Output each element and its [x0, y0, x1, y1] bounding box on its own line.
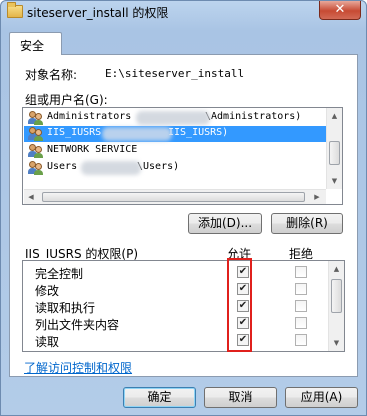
groups-label: 组或用户名(G): [25, 93, 108, 107]
scroll-up-icon[interactable]: ▲ [329, 261, 344, 277]
deny-checkbox[interactable] [295, 334, 307, 346]
permission-name: 列出文件夹内容 [35, 318, 120, 332]
permission-row: 读取 ✔ [23, 332, 329, 349]
scroll-thumb[interactable] [331, 279, 342, 313]
permissions-scrollbar[interactable]: ▲ ▼ [328, 261, 344, 351]
deny-checkbox[interactable] [295, 317, 307, 329]
permission-row: 完全控制 ✔ [23, 264, 329, 281]
highlight-annotation [227, 258, 252, 352]
cancel-button[interactable]: 取消 [204, 387, 277, 408]
user-name: Administrators [47, 111, 132, 122]
user-name: Users [47, 161, 78, 172]
redaction-blur [102, 127, 172, 141]
scroll-down-icon[interactable]: ▼ [329, 335, 344, 351]
users-vertical-scrollbar[interactable]: ▲ ▼ [326, 108, 342, 189]
object-name-value: E:\siteserver_install [105, 67, 245, 80]
folder-icon [7, 2, 23, 18]
ok-button[interactable]: 确定 [123, 387, 196, 408]
permission-name: 修改 [35, 284, 60, 298]
user-domain: IIS_IUSRS) [168, 127, 229, 138]
users-group-icon [28, 144, 44, 158]
scroll-thumb[interactable] [329, 141, 340, 165]
deny-checkbox[interactable] [295, 266, 307, 278]
redaction-blur [136, 111, 210, 125]
title-bar: siteserver_install 的权限 ✕ [1, 1, 366, 25]
tab-security[interactable]: 安全 [9, 32, 62, 55]
deny-checkbox[interactable] [295, 300, 307, 312]
list-item-administrators[interactable]: Administrators \Administrators) [24, 110, 326, 126]
list-item-network-service[interactable]: NETWORK SERVICE [24, 143, 326, 159]
users-group-icon [28, 161, 44, 175]
user-name: IIS_IUSRS [47, 127, 102, 138]
window-title: siteserver_install 的权限 [27, 6, 169, 20]
remove-button[interactable]: 删除(R) [271, 213, 343, 234]
permissions-dialog: siteserver_install 的权限 ✕ 安全 对象名称: E:\sit… [0, 0, 367, 416]
users-list[interactable]: Administrators \Administrators) IIS_IUSR… [22, 107, 343, 205]
object-name-label: 对象名称: [25, 68, 78, 82]
scroll-down-icon[interactable]: ▼ [327, 173, 342, 189]
scroll-right-icon[interactable]: ▶ [310, 190, 324, 204]
close-button[interactable]: ✕ [319, 1, 361, 20]
permission-name: 读取 [35, 335, 60, 349]
permission-name: 读取和执行 [35, 301, 96, 315]
permission-name: 完全控制 [35, 267, 84, 281]
user-domain: \Administrators) [205, 111, 302, 122]
learn-more-link[interactable]: 了解访问控制和权限 [24, 359, 132, 376]
user-name: NETWORK SERVICE [47, 144, 138, 155]
redaction-blur [81, 161, 141, 175]
user-domain: \Users) [137, 161, 180, 172]
deny-checkbox[interactable] [295, 283, 307, 295]
permission-row: 列出文件夹内容 ✔ [23, 315, 329, 332]
users-group-icon [28, 111, 44, 125]
users-horizontal-scrollbar[interactable]: ◀ ▶ [24, 189, 326, 204]
list-item-users[interactable]: Users \Users) [24, 160, 326, 176]
scroll-up-icon[interactable]: ▲ [327, 108, 342, 124]
list-item-iis-iusrs[interactable]: IIS_IUSRS IIS_IUSRS) [24, 126, 326, 142]
permission-row: 读取和执行 ✔ [23, 298, 329, 315]
users-group-icon [28, 127, 44, 141]
permissions-list: 完全控制 ✔ 修改 ✔ 读取和执行 ✔ 列出文件夹内容 ✔ 读取 ✔ ▲ ▼ [22, 260, 345, 352]
scroll-left-icon[interactable]: ◀ [24, 190, 38, 204]
scroll-thumb[interactable] [42, 192, 305, 202]
apply-button[interactable]: 应用(A) [285, 387, 358, 408]
add-button[interactable]: 添加(D)... [188, 213, 262, 234]
permission-row: 修改 ✔ [23, 281, 329, 298]
